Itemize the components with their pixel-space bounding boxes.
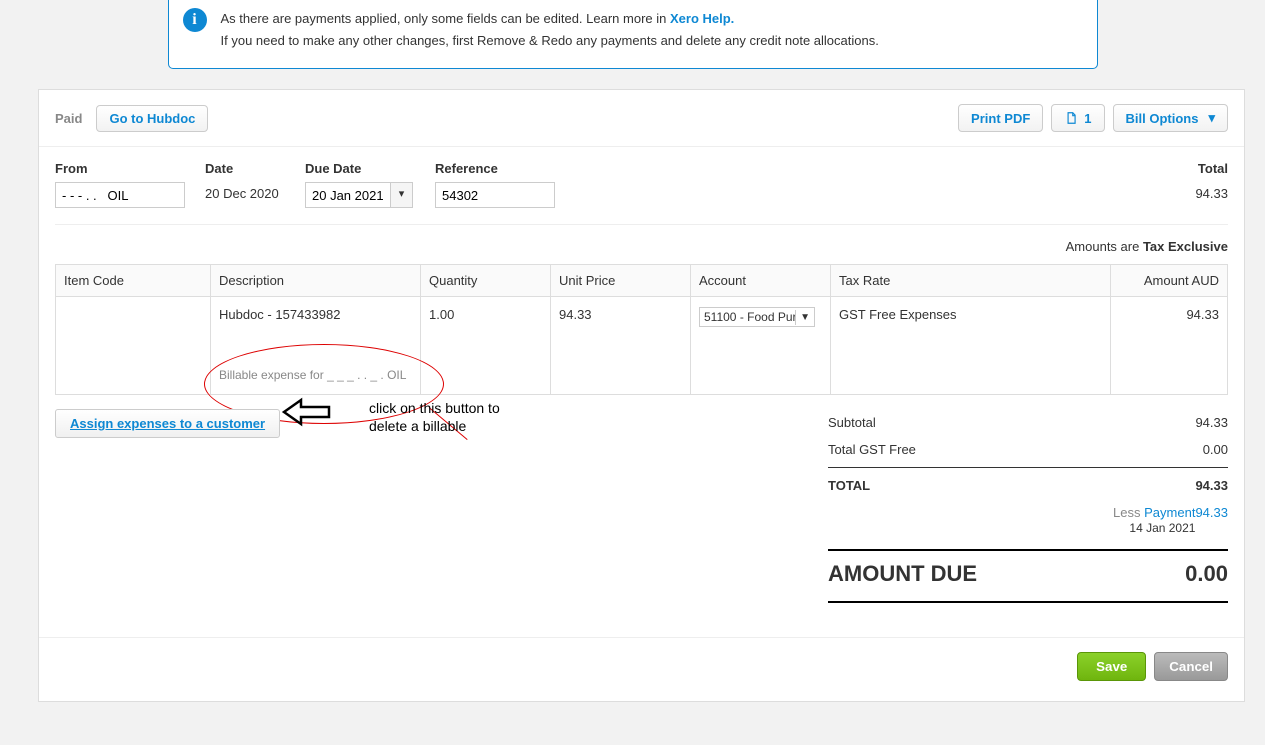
totals-thick-divider <box>828 549 1228 551</box>
due-date-input[interactable] <box>305 182 391 208</box>
status-badge: Paid <box>55 111 82 126</box>
assign-expenses-button[interactable]: Assign expenses to a customer <box>55 409 280 438</box>
bill-card: Paid Go to Hubdoc Print PDF 1 Bill Optio… <box>38 89 1245 702</box>
less-label: Less <box>1113 505 1140 520</box>
bill-options-button[interactable]: Bill Options <box>1113 104 1228 132</box>
chevron-down-icon: ▼ <box>795 310 814 325</box>
cell-unit-price[interactable]: 94.33 <box>551 297 691 395</box>
desc-text: Hubdoc - 157433982 <box>219 307 412 322</box>
totals-bottom-divider <box>828 601 1228 603</box>
th-quantity: Quantity <box>421 265 551 297</box>
totals-divider <box>828 467 1228 468</box>
total-value: 94.33 <box>1148 182 1228 201</box>
reference-label: Reference <box>435 161 555 176</box>
xero-help-link[interactable]: Xero Help. <box>670 11 734 26</box>
due-date-label: Due Date <box>305 161 415 176</box>
total-bold-value: 94.33 <box>1195 478 1228 493</box>
print-pdf-button[interactable]: Print PDF <box>958 104 1043 132</box>
cell-account[interactable]: 51100 - Food Purc ▼ <box>691 297 831 395</box>
payment-date: 14 Jan 2021 <box>1129 521 1195 535</box>
info-icon: i <box>183 8 207 32</box>
cell-tax-rate[interactable]: GST Free Expenses <box>831 297 1111 395</box>
toolbar: Paid Go to Hubdoc Print PDF 1 Bill Optio… <box>39 90 1244 147</box>
th-tax-rate: Tax Rate <box>831 265 1111 297</box>
from-input[interactable] <box>55 182 185 208</box>
files-button[interactable]: 1 <box>1051 104 1104 132</box>
account-value: 51100 - Food Purc <box>700 308 795 326</box>
th-description: Description <box>211 265 421 297</box>
th-amount: Amount AUD <box>1111 265 1228 297</box>
cell-amount: 94.33 <box>1111 297 1228 395</box>
cell-description[interactable]: Hubdoc - 157433982 Billable expense for … <box>211 297 421 395</box>
save-button[interactable]: Save <box>1077 652 1146 681</box>
cell-item-code[interactable] <box>56 297 211 395</box>
from-label: From <box>55 161 185 176</box>
fields-row: From Date 20 Dec 2020 Due Date ▾ Referen… <box>39 147 1244 216</box>
payment-amount[interactable]: 94.33 <box>1195 505 1228 535</box>
divider <box>55 224 1228 225</box>
subtotal-label: Subtotal <box>828 415 876 430</box>
cancel-button[interactable]: Cancel <box>1154 652 1228 681</box>
amount-due-label: AMOUNT DUE <box>828 561 977 587</box>
reference-input[interactable] <box>435 182 555 208</box>
th-unit-price: Unit Price <box>551 265 691 297</box>
date-label: Date <box>205 161 285 176</box>
annotation-text: click on this button to delete a billabl… <box>369 399 529 435</box>
go-to-hubdoc-button[interactable]: Go to Hubdoc <box>96 105 208 132</box>
th-item-code: Item Code <box>56 265 211 297</box>
footer: Save Cancel <box>39 637 1244 681</box>
alert-line2: If you need to make any other changes, f… <box>221 33 879 48</box>
subtotal-value: 94.33 <box>1195 415 1228 430</box>
alert-line1: As there are payments applied, only some… <box>221 11 670 26</box>
date-value: 20 Dec 2020 <box>205 182 285 201</box>
amounts-are: Amounts are Tax Exclusive <box>39 233 1244 260</box>
cell-quantity[interactable]: 1.00 <box>421 297 551 395</box>
account-select[interactable]: 51100 - Food Purc ▼ <box>699 307 815 327</box>
amounts-are-value: Tax Exclusive <box>1143 239 1228 254</box>
table-wrapper: Item Code Description Quantity Unit Pric… <box>39 264 1244 395</box>
line-items-table: Item Code Description Quantity Unit Pric… <box>55 264 1228 395</box>
gst-label: Total GST Free <box>828 442 916 457</box>
alert-text: As there are payments applied, only some… <box>221 8 879 52</box>
files-count: 1 <box>1084 111 1091 126</box>
file-icon <box>1064 111 1078 125</box>
table-row: Hubdoc - 157433982 Billable expense for … <box>56 297 1228 395</box>
amount-due-value: 0.00 <box>1185 561 1228 587</box>
info-alert: i As there are payments applied, only so… <box>168 0 1098 69</box>
below-table: Assign expenses to a customer click on t… <box>39 399 1244 607</box>
billable-note: Billable expense for _ _ _ . . _ . OIL <box>219 368 412 384</box>
totals-block: Subtotal 94.33 Total GST Free 0.00 TOTAL… <box>828 409 1228 607</box>
due-date-dropdown-button[interactable]: ▾ <box>391 182 413 208</box>
th-account: Account <box>691 265 831 297</box>
total-bold-label: TOTAL <box>828 478 870 493</box>
amounts-are-prefix: Amounts are <box>1066 239 1140 254</box>
payment-link[interactable]: Payment <box>1144 505 1195 520</box>
annotation-arrow-icon <box>279 397 334 427</box>
gst-value: 0.00 <box>1203 442 1228 457</box>
total-label: Total <box>1148 161 1228 176</box>
